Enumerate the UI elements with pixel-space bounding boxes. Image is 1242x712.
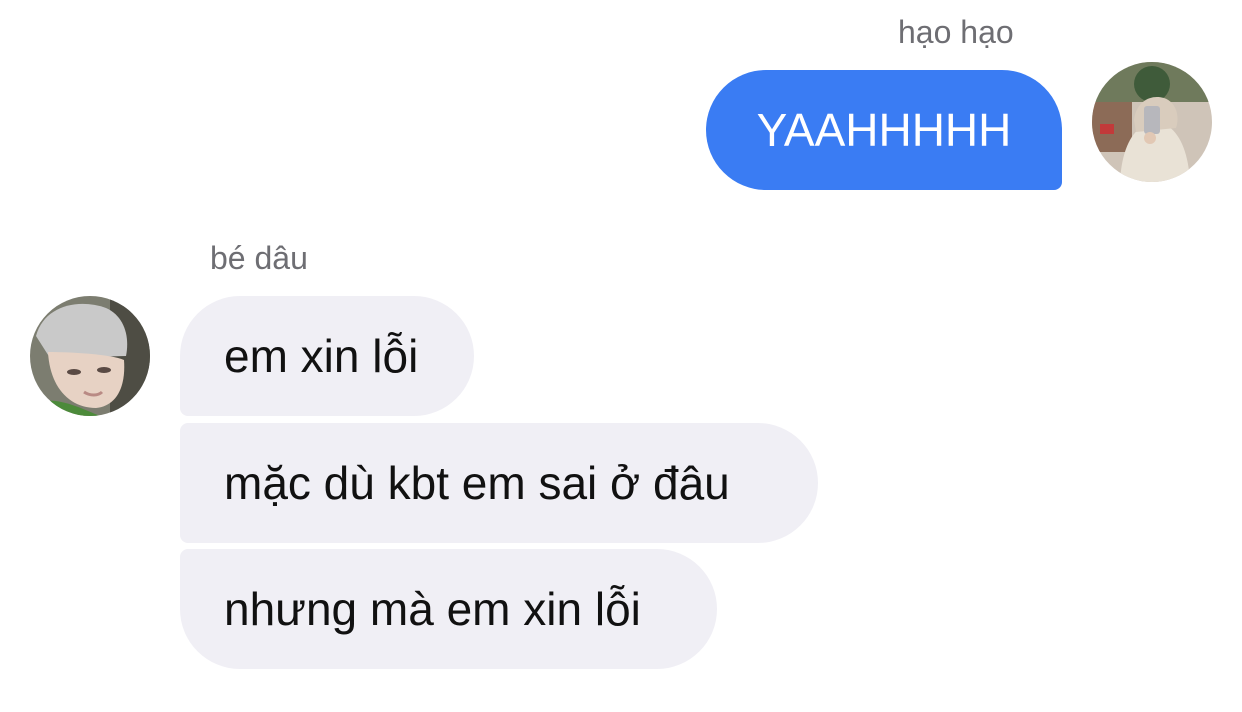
chat-screen: { "conversation": { "outgoing": { "sende… [0, 0, 1242, 712]
profile-photo-icon [30, 296, 150, 416]
outgoing-sender-name: hạo hạo [898, 14, 1014, 50]
incoming-avatar[interactable] [30, 296, 150, 416]
incoming-sender-name: bé dâu [210, 240, 308, 276]
incoming-message-bubble[interactable]: em xin lỗi [180, 296, 474, 416]
incoming-message-bubble[interactable]: nhưng mà em xin lỗi [180, 549, 717, 669]
outgoing-avatar[interactable] [1092, 62, 1212, 182]
profile-photo-icon [1092, 62, 1212, 182]
outgoing-message-bubble[interactable]: YAAHHHHH [706, 70, 1062, 190]
incoming-message-bubble[interactable]: mặc dù kbt em sai ở đâu [180, 423, 818, 543]
